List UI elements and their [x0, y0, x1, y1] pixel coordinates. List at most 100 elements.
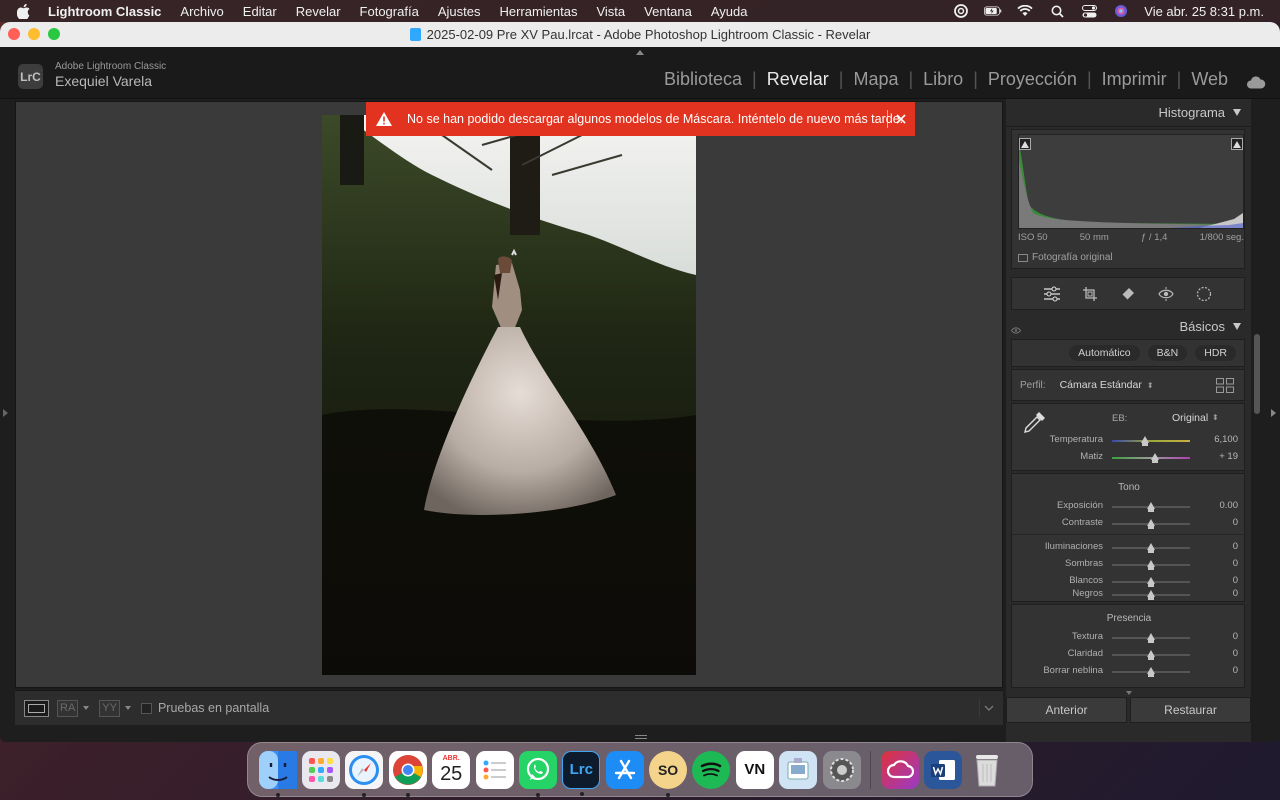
clarity-slider[interactable]: Claridad 0: [1012, 646, 1246, 663]
previous-button[interactable]: Anterior: [1006, 697, 1127, 723]
select-stepper-icon[interactable]: ⬍: [1147, 381, 1154, 390]
dehaze-slider[interactable]: Borrar neblina 0: [1012, 663, 1246, 680]
hdr-button[interactable]: HDR: [1195, 345, 1236, 361]
texture-value[interactable]: 0: [1233, 631, 1238, 642]
original-photo-checkbox[interactable]: [1018, 253, 1028, 262]
wifi-icon[interactable]: [1016, 4, 1034, 18]
loupe-view-button[interactable]: [24, 699, 49, 717]
menu-archivo[interactable]: Archivo: [180, 4, 223, 19]
softproof-checkbox[interactable]: [140, 702, 152, 714]
eye-icon[interactable]: [1010, 322, 1022, 334]
dehaze-thumb[interactable]: [1147, 667, 1155, 677]
collapse-triangle-icon[interactable]: [1233, 322, 1241, 330]
clarity-thumb[interactable]: [1147, 650, 1155, 660]
shadows-slider[interactable]: Sombras 0: [1012, 556, 1246, 573]
menu-ajustes[interactable]: Ajustes: [438, 4, 481, 19]
before-after-ra-button[interactable]: RA: [57, 699, 79, 717]
chevron-down-icon[interactable]: [124, 706, 131, 710]
module-revelar[interactable]: Revelar: [757, 69, 839, 90]
chrome-icon[interactable]: [388, 750, 427, 797]
menu-ayuda[interactable]: Ayuda: [711, 4, 748, 19]
contrast-value[interactable]: 0: [1233, 517, 1238, 528]
temperature-value[interactable]: 6,100: [1214, 434, 1238, 445]
menu-ventana[interactable]: Ventana: [644, 4, 692, 19]
whites-value[interactable]: 0: [1233, 575, 1238, 586]
trash-icon[interactable]: [968, 751, 1006, 789]
module-proyeccion[interactable]: Proyección: [978, 69, 1087, 90]
crop-icon[interactable]: [1081, 285, 1099, 303]
blacks-value[interactable]: 0: [1233, 588, 1238, 599]
exposure-thumb[interactable]: [1147, 502, 1155, 512]
apple-menu-icon[interactable]: [16, 3, 30, 19]
highlights-slider[interactable]: Iluminaciones 0: [1012, 539, 1246, 556]
wb-select[interactable]: Original: [1172, 412, 1208, 424]
highlights-value[interactable]: 0: [1233, 541, 1238, 552]
spotify-icon[interactable]: [692, 750, 731, 789]
temperature-thumb[interactable]: [1140, 436, 1149, 446]
creative-cloud-icon[interactable]: [880, 750, 919, 789]
red-eye-icon[interactable]: [1157, 285, 1175, 303]
tint-value[interactable]: + 19: [1219, 451, 1238, 462]
expand-left-panel-icon[interactable]: [3, 409, 8, 417]
module-web[interactable]: Web: [1181, 69, 1238, 90]
menu-app-name[interactable]: Lightroom Classic: [48, 4, 161, 19]
bw-button[interactable]: B&N: [1147, 345, 1188, 361]
cloud-sync-icon[interactable]: [1246, 73, 1266, 88]
profile-select[interactable]: Cámara Estándar: [1060, 379, 1142, 391]
tint-slider[interactable]: Matiz + 19: [1012, 449, 1246, 466]
histogram-header[interactable]: Histograma: [1006, 99, 1251, 127]
module-imprimir[interactable]: Imprimir: [1092, 69, 1177, 90]
healing-eraser-icon[interactable]: [1119, 285, 1137, 303]
highlight-clipping-icon[interactable]: [1231, 138, 1243, 150]
preview-icon[interactable]: [779, 750, 818, 789]
close-icon[interactable]: [894, 110, 908, 128]
photo-preview[interactable]: [322, 115, 696, 675]
so-app-icon[interactable]: SO: [649, 750, 688, 797]
texture-thumb[interactable]: [1147, 633, 1155, 643]
collapse-triangle-icon[interactable]: [1233, 109, 1241, 116]
system-settings-icon[interactable]: [822, 750, 861, 789]
lightroom-classic-dock-icon[interactable]: Lrc: [562, 750, 601, 796]
shadows-value[interactable]: 0: [1233, 558, 1238, 569]
battery-icon[interactable]: [984, 4, 1002, 18]
app-store-icon[interactable]: [605, 750, 644, 789]
word-icon[interactable]: [924, 750, 963, 789]
edit-sliders-icon[interactable]: [1043, 285, 1061, 303]
blacks-thumb[interactable]: [1147, 590, 1155, 600]
temperature-track[interactable]: [1112, 440, 1190, 442]
contrast-thumb[interactable]: [1147, 519, 1155, 529]
profile-browser-icon[interactable]: [1216, 378, 1234, 393]
original-photo-label[interactable]: Fotografía original: [1032, 252, 1113, 263]
whatsapp-icon[interactable]: [518, 750, 557, 797]
basics-header[interactable]: Básicos: [1006, 313, 1251, 339]
menu-herramientas[interactable]: Herramientas: [499, 4, 577, 19]
vn-editor-icon[interactable]: VN: [735, 750, 774, 789]
clarity-value[interactable]: 0: [1233, 648, 1238, 659]
close-window-button[interactable]: [8, 28, 20, 40]
creative-cloud-status-icon[interactable]: [952, 4, 970, 18]
safari-icon[interactable]: [345, 750, 384, 797]
toolbar-content-menu-icon[interactable]: [979, 699, 997, 717]
collapse-top-panel-icon[interactable]: [636, 50, 644, 55]
image-canvas[interactable]: No se han podido descargar algunos model…: [15, 101, 1003, 688]
menu-editar[interactable]: Editar: [243, 4, 277, 19]
shadows-thumb[interactable]: [1147, 560, 1155, 570]
clock[interactable]: Vie abr. 25 8:31 p.m.: [1144, 4, 1264, 19]
contrast-slider[interactable]: Contraste 0: [1012, 515, 1246, 532]
module-libro[interactable]: Libro: [913, 69, 973, 90]
auto-button[interactable]: Automático: [1069, 345, 1140, 361]
filmstrip-grip-icon[interactable]: [635, 735, 647, 739]
finder-icon[interactable]: [258, 750, 297, 797]
temperature-slider[interactable]: Temperatura 6,100: [1012, 432, 1246, 449]
exposure-slider[interactable]: Exposición 0.00: [1012, 498, 1246, 515]
reset-button[interactable]: Restaurar: [1130, 697, 1251, 723]
menu-fotografia[interactable]: Fotografía: [360, 4, 419, 19]
histogram-graph[interactable]: [1018, 134, 1244, 229]
original-photo-row[interactable]: Fotografía original: [1018, 252, 1113, 263]
module-mapa[interactable]: Mapa: [843, 69, 908, 90]
siri-icon[interactable]: [1112, 4, 1130, 18]
search-icon[interactable]: [1048, 4, 1066, 18]
highlights-thumb[interactable]: [1147, 543, 1155, 553]
whites-thumb[interactable]: [1147, 577, 1155, 587]
collapse-right-panel-icon[interactable]: [1271, 409, 1276, 417]
